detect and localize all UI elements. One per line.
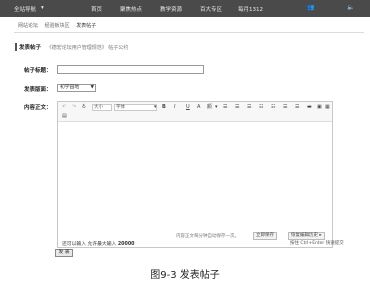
board-select-value: 初学园地 <box>60 85 80 90</box>
submit-button[interactable]: 发 表 <box>55 249 73 257</box>
section-tip-link[interactable]: 《德宏论坛用户管理规范》 帖子公约 <box>47 45 129 51</box>
chevron-down-icon: ▼ <box>90 85 94 90</box>
breadcrumb-forum[interactable]: 网站论坛 <box>18 23 38 29</box>
redo-icon[interactable]: ↷ <box>72 104 76 110</box>
fullscreen-icon[interactable]: ▤ <box>62 113 67 119</box>
char-count: 还可以输入 允许最大输入 20000 <box>62 240 135 247</box>
breadcrumb: 网站论坛 经验板块区 发表帖子 <box>18 22 101 29</box>
section-title: 发表帖子 《德宏论坛用户管理规范》 帖子公约 <box>19 43 128 51</box>
ordered-list-icon[interactable]: ☷ <box>259 104 263 110</box>
section-title-text: 发表帖子 <box>19 45 42 51</box>
board-select[interactable]: 初学园地 ▼ <box>57 84 96 92</box>
nav-all[interactable]: 全站导航 <box>14 5 36 13</box>
autosave-text: 内容正文每分钟自动保存一次。 <box>176 234 239 239</box>
nav-resources[interactable]: 教学资源 <box>160 5 182 13</box>
breadcrumb-current: 发表帖子 <box>76 23 97 29</box>
save-now-button[interactable]: 立即保存 <box>253 232 277 240</box>
image-icon[interactable]: ▣ <box>317 104 322 110</box>
unordered-list-icon[interactable]: ☷ <box>271 104 275 110</box>
char-count-value: 20000 <box>117 242 135 247</box>
top-nav-bar: 全站导航 ▾ 首页 聚焦热点 教学资源 百大专区 每月1312 👥 🔈 <box>0 0 370 17</box>
italic-button[interactable]: I <box>174 104 175 110</box>
color-arrow-icon[interactable]: ▾ <box>215 104 218 110</box>
indent-icon[interactable]: ☰ <box>283 104 287 110</box>
outdent-icon[interactable]: ☰ <box>295 104 299 110</box>
editor-toolbar: ↶ ↷ ♁ 大小 字体 ▾ B I U A 颜 ▾ ☰ ☰ ☰ ☷ ☷ ☰ ☰ … <box>58 102 332 122</box>
content-label: 内容正文： <box>24 105 52 111</box>
font-size-select[interactable]: 大小 <box>92 104 112 111</box>
divider <box>14 32 364 33</box>
section-marker <box>15 43 17 51</box>
align-center-icon[interactable]: ☰ <box>235 104 239 110</box>
nav-special[interactable]: 百大专区 <box>200 5 222 13</box>
undo-icon[interactable]: ↶ <box>62 104 66 110</box>
nav-monthly[interactable]: 每月1312 <box>238 5 263 13</box>
shortcut-hint: 按住 Ctrl+Enter 快速提交 <box>290 241 344 246</box>
title-input[interactable] <box>57 65 204 74</box>
align-left-icon[interactable]: ☰ <box>223 104 227 110</box>
restore-history-button[interactable]: 恢复编辑历史 ▸ <box>288 232 325 240</box>
align-right-icon[interactable]: ☰ <box>247 104 251 110</box>
sound-icon[interactable]: 🔈 <box>347 4 354 11</box>
content-editor[interactable]: ↶ ↷ ♁ 大小 字体 ▾ B I U A 颜 ▾ ☰ ☰ ☰ ☷ ☷ ☰ ☰ … <box>57 101 333 248</box>
user-icon[interactable]: 👥 <box>307 4 314 11</box>
underline-button[interactable]: U <box>186 104 190 110</box>
font-color-button[interactable]: 颜 <box>207 104 212 110</box>
font-family-arrow-icon: ▾ <box>154 104 157 110</box>
strike-button[interactable]: A <box>197 104 200 110</box>
breadcrumb-board[interactable]: 经验板块区 <box>45 23 70 29</box>
char-count-label: 还可以输入 允许最大输入 <box>62 242 117 247</box>
nav-hot[interactable]: 聚焦热点 <box>120 5 142 13</box>
clear-format-icon[interactable]: ♁ <box>82 104 86 110</box>
bold-button[interactable]: B <box>162 104 166 110</box>
font-family-select[interactable]: 字体 <box>114 104 157 111</box>
figure-caption: 图9-3 发表帖子 <box>150 270 220 281</box>
horizontal-rule-icon[interactable]: ▬ <box>307 104 312 110</box>
title-label: 帖子标题： <box>24 68 52 74</box>
nav-home[interactable]: 首页 <box>91 5 102 13</box>
table-icon[interactable]: ▦ <box>325 104 330 110</box>
nav-arrow-icon[interactable]: ▾ <box>41 5 44 11</box>
board-label: 发表版面： <box>24 87 52 93</box>
